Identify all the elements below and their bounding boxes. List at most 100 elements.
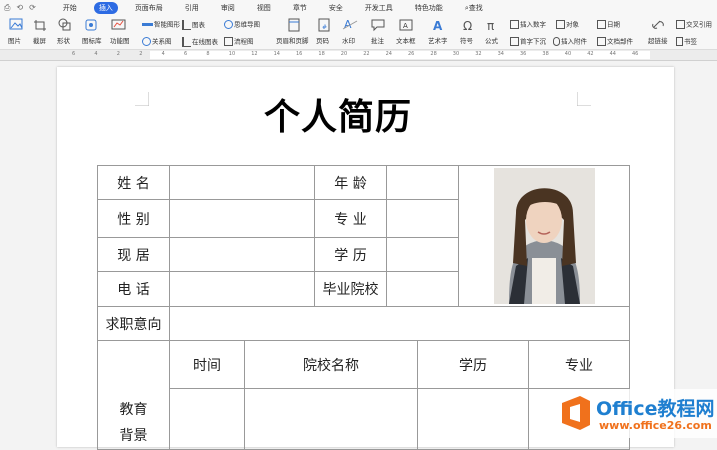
undo-icon[interactable]: ⟲ xyxy=(16,3,23,13)
function-chart-button[interactable]: 功能图 xyxy=(110,37,130,46)
office26-watermark: Office教程网 www.office26.com xyxy=(552,389,717,438)
ruler-tick-label: 18 xyxy=(318,51,325,57)
watermark-brand: Office教程网 xyxy=(596,398,715,420)
tab-page-layout[interactable]: 页面布局 xyxy=(130,2,168,14)
object-button[interactable]: 对象 xyxy=(556,20,579,30)
margin-corner-mark xyxy=(577,92,591,106)
tab-security[interactable]: 安全 xyxy=(324,2,348,14)
tab-home[interactable]: 开始 xyxy=(58,2,82,14)
formula-button[interactable]: 公式 xyxy=(485,37,498,46)
comment-button[interactable]: 批注 xyxy=(371,37,384,46)
tab-special[interactable]: 特色功能 xyxy=(410,2,448,14)
tab-view[interactable]: 视图 xyxy=(252,2,276,14)
textbox-icon: A xyxy=(399,19,413,31)
svg-text:Ω: Ω xyxy=(463,19,472,32)
icon-library-button[interactable]: 图标库 xyxy=(82,37,102,46)
screenshot-button[interactable]: 截屏 xyxy=(33,37,46,46)
relation-icon xyxy=(142,37,151,46)
relation-chart-button[interactable]: 关系图 xyxy=(142,37,172,47)
tab-developer[interactable]: 开发工具 xyxy=(360,2,398,14)
tab-insert[interactable]: 插入 xyxy=(93,1,118,14)
watermark-button[interactable]: 水印 xyxy=(342,37,355,46)
edu-cell-school-name[interactable] xyxy=(244,388,418,450)
date-button[interactable]: 日期 xyxy=(597,20,620,30)
tab-chapter[interactable]: 章节 xyxy=(288,2,312,14)
smart-graphic-button[interactable]: 智能图形 xyxy=(142,20,180,30)
bookmark-button[interactable]: 书签 xyxy=(676,37,697,47)
ruler-tick-label: 20 xyxy=(340,51,348,57)
edu-cell-time[interactable] xyxy=(169,388,245,450)
ruler-tick-label: 16 xyxy=(296,51,303,57)
symbol-button[interactable]: 符号 xyxy=(460,37,473,46)
tab-references[interactable]: 引用 xyxy=(180,2,204,14)
formula-icon: π xyxy=(487,19,494,32)
value-age[interactable] xyxy=(386,165,459,200)
redo-icon[interactable]: ⟳ xyxy=(29,3,36,13)
mind-map-icon xyxy=(224,20,233,29)
page-number-button[interactable]: 页码 xyxy=(316,37,329,46)
document-parts-icon xyxy=(597,37,606,46)
ribbon-toolbar: # A A A Ω π 智能图形 图表 思维导图 插入数字 对象 日期 交叉引用… xyxy=(0,15,717,50)
edu-header-school-name: 院校名称 xyxy=(244,339,418,390)
flowchart-button[interactable]: 流程图 xyxy=(224,37,254,47)
horizontal-ruler[interactable]: 6 4 2 2 4 6 8 10 12 14 16 18 20 22 24 26 28 30 32 34 36 38 40 4… xyxy=(0,50,717,61)
print-icon[interactable]: ⎙ xyxy=(4,3,10,13)
ruler-tick-label: 34 xyxy=(497,51,504,57)
insert-number-button[interactable]: 插入数字 xyxy=(510,20,546,30)
ruler-tick-label: 12 xyxy=(251,51,258,57)
word-art-button[interactable]: 艺术字 xyxy=(428,37,448,46)
document-title[interactable]: 个人简历 xyxy=(228,96,448,140)
edu-header-time: 时间 xyxy=(169,339,245,390)
menu-tab-bar: ⎙ ⟲ ⟳ 开始 插入 页面布局 引用 审阅 视图 章节 安全 开发工具 特色功… xyxy=(0,0,717,15)
value-residence[interactable] xyxy=(169,237,315,272)
ruler-tick-label: 40 xyxy=(564,51,572,57)
edu-header-major: 专业 xyxy=(528,339,630,390)
word-art-icon: A xyxy=(433,19,443,32)
value-major[interactable] xyxy=(386,199,459,238)
label-education-line-2: 背景 xyxy=(119,428,148,444)
ruler-tick-label: 14 xyxy=(273,51,280,57)
value-name[interactable] xyxy=(169,165,315,200)
edu-cell-degree[interactable] xyxy=(417,388,529,450)
online-chart-button[interactable]: 在线图表 xyxy=(182,37,218,47)
resume-table[interactable]: 姓 名 年 龄 性 别 专 业 现 居 学 历 电 话 毕业院校 求职意向 教育… xyxy=(97,165,630,450)
drop-cap-button[interactable]: 首字下沉 xyxy=(510,37,546,47)
picture-button[interactable]: 图片 xyxy=(8,37,21,46)
label-education: 教育 背景 xyxy=(97,340,170,450)
value-school[interactable] xyxy=(386,271,459,307)
textbox-button[interactable]: 文本框 xyxy=(396,37,416,46)
hyperlink-icon xyxy=(652,20,664,29)
header-footer-button[interactable]: 页眉和页脚 xyxy=(276,37,309,46)
chart-button[interactable]: 图表 xyxy=(182,20,205,30)
paperclip-icon xyxy=(553,37,560,46)
screenshot-icon xyxy=(34,20,46,31)
flowchart-icon xyxy=(224,37,233,46)
header-footer-icon xyxy=(288,18,300,32)
mind-map-button[interactable]: 思维导图 xyxy=(224,20,260,30)
ruler-text-area xyxy=(150,51,650,59)
label-gender: 性 别 xyxy=(97,199,170,238)
ruler-tick-label: 4 xyxy=(94,51,98,57)
value-degree[interactable] xyxy=(386,237,459,272)
value-gender[interactable] xyxy=(169,199,315,238)
ruler-tick-label: 2 xyxy=(139,51,143,57)
ruler-tick-label: 24 xyxy=(385,51,392,57)
shape-button[interactable]: 形状 xyxy=(57,37,70,46)
value-job-objective[interactable] xyxy=(169,306,630,341)
ruler-tick-label: 44 xyxy=(609,51,616,57)
value-phone[interactable] xyxy=(169,271,315,307)
search-command[interactable]: ⌕查找 xyxy=(460,2,488,14)
function-chart-icon xyxy=(111,19,126,30)
ruler-tick-label: 8 xyxy=(206,51,210,57)
smart-graphic-icon xyxy=(142,20,153,29)
tab-review[interactable]: 审阅 xyxy=(216,2,240,14)
ruler-tick-label: 10 xyxy=(228,51,236,57)
margin-corner-mark xyxy=(135,92,149,106)
document-parts-button[interactable]: 文档部件 xyxy=(597,37,633,47)
label-age: 年 龄 xyxy=(314,165,387,200)
insert-attachment-button[interactable]: 插入附件 xyxy=(553,37,587,47)
cross-reference-button[interactable]: 交叉引用 xyxy=(676,20,712,30)
hyperlink-button[interactable]: 超链接 xyxy=(648,37,668,46)
drop-cap-icon xyxy=(510,37,519,46)
ruler-tick-label: 2 xyxy=(116,51,120,57)
